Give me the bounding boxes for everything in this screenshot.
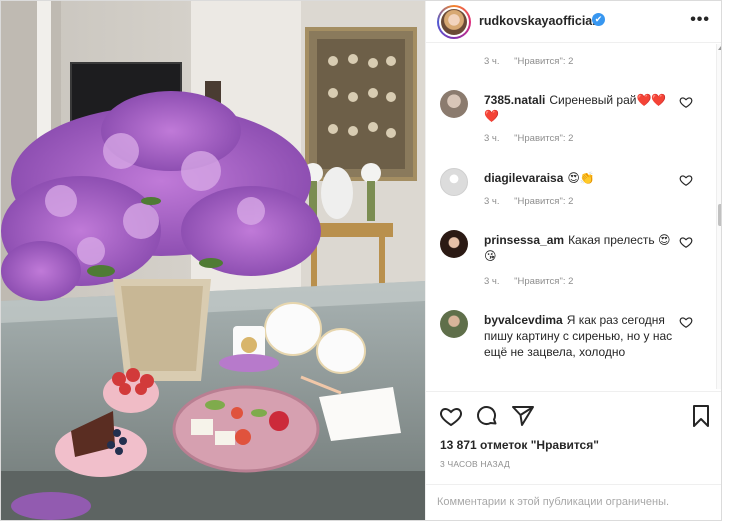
author-username[interactable]: rudkovskayaofficial bbox=[479, 14, 596, 28]
commenter-avatar[interactable] bbox=[440, 230, 468, 258]
comment-time: 3 ч. bbox=[484, 133, 500, 144]
comment-likes[interactable]: "Нравится": 2 bbox=[514, 276, 573, 287]
post-header: rudkovskayaofficial ✔ ••• bbox=[426, 1, 721, 43]
likes-count[interactable]: 13 871 отметок "Нравится" bbox=[440, 438, 599, 452]
comment-time: 3 ч. bbox=[484, 196, 500, 207]
comment-likes[interactable]: "Нравится": 2 bbox=[514, 196, 573, 207]
comment-meta: 3 ч. "Нравится": 2 bbox=[484, 276, 585, 287]
like-comment-heart-icon[interactable] bbox=[679, 173, 693, 187]
commenter-avatar[interactable] bbox=[440, 168, 468, 196]
comment-likes[interactable]: "Нравится": 2 bbox=[514, 133, 573, 144]
commenter-username[interactable]: prinsessa_am bbox=[484, 233, 564, 247]
more-options-icon[interactable]: ••• bbox=[690, 11, 710, 29]
scroll-up-arrow-icon[interactable] bbox=[718, 46, 721, 50]
like-comment-heart-icon[interactable] bbox=[679, 315, 693, 329]
post-side-panel: rudkovskayaofficial ✔ ••• 3 ч. "Нравится… bbox=[425, 1, 721, 520]
comment-text: 😍👏 bbox=[567, 171, 595, 185]
comment-text-block: prinsessa_am Какая прелесть 😍😘 bbox=[484, 232, 676, 264]
comments-list: 3 ч. "Нравится": 2 7385.natali Сиреневый … bbox=[426, 44, 716, 389]
commenter-avatar[interactable] bbox=[440, 310, 468, 338]
comment-meta: 3 ч. "Нравится": 2 bbox=[484, 56, 585, 67]
comments-scrollbar[interactable] bbox=[716, 44, 721, 389]
commenter-username[interactable]: 7385.natali bbox=[484, 93, 545, 107]
verified-badge-icon: ✔ bbox=[592, 13, 605, 26]
bookmark-icon[interactable] bbox=[689, 404, 713, 428]
comments-restricted-notice: Комментарии к этой публикации ограничены… bbox=[426, 484, 721, 520]
comment-text-block: diagilevaraisa 😍👏 bbox=[484, 170, 676, 186]
commenter-username[interactable]: diagilevaraisa bbox=[484, 171, 563, 185]
share-icon[interactable] bbox=[511, 404, 535, 428]
comment-text-block: byvalcevdima Я как раз сегодня пишу карти… bbox=[484, 312, 676, 360]
comment-time: 3 ч. bbox=[484, 56, 500, 67]
comment-icon[interactable] bbox=[475, 404, 499, 428]
scroll-thumb[interactable] bbox=[718, 204, 721, 226]
author-avatar[interactable] bbox=[437, 5, 471, 39]
heart-icon[interactable] bbox=[439, 404, 463, 428]
post-time[interactable]: 3 ЧАСОВ НАЗАД bbox=[440, 459, 510, 469]
comment-meta: 3 ч. "Нравится": 2 bbox=[484, 133, 585, 144]
like-comment-heart-icon[interactable] bbox=[679, 95, 693, 109]
like-comment-heart-icon[interactable] bbox=[679, 235, 693, 249]
commenter-avatar[interactable] bbox=[440, 90, 468, 118]
instagram-post-modal: rudkovskayaofficial ✔ ••• 3 ч. "Нравится… bbox=[0, 0, 722, 521]
comment-meta: 3 ч. "Нравится": 2 bbox=[484, 196, 585, 207]
post-actions: 13 871 отметок "Нравится" 3 ЧАСОВ НАЗАД … bbox=[426, 391, 721, 520]
comment-time: 3 ч. bbox=[484, 276, 500, 287]
comment-text-block: 7385.natali Сиреневый рай❤️❤️❤️ bbox=[484, 92, 676, 124]
commenter-username[interactable]: byvalcevdima bbox=[484, 313, 563, 327]
lilac-table-photo bbox=[1, 1, 425, 520]
comment-likes[interactable]: "Нравится": 2 bbox=[514, 56, 573, 67]
post-photo[interactable] bbox=[1, 1, 425, 520]
